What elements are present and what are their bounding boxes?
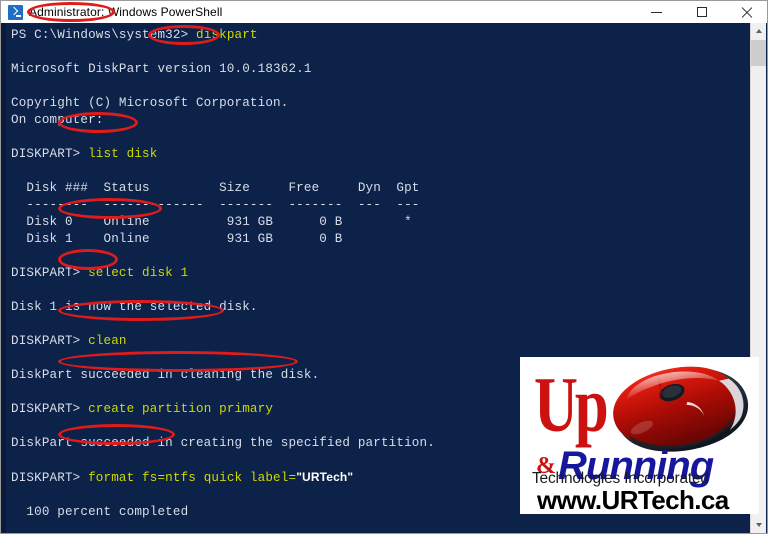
- minimize-button[interactable]: [634, 1, 679, 23]
- urtech-logo: Up & Running Technologies Incorporated w…: [520, 357, 759, 514]
- console-text: PS C:\Windows\system32> diskpart Microso…: [11, 27, 497, 533]
- close-button[interactable]: [724, 1, 767, 23]
- prompt-dp-4: DISKPART>: [11, 402, 89, 416]
- output-copyright: Copyright (C) Microsoft Corporation.: [11, 96, 289, 110]
- output-partition: DiskPart succeeded in creating the speci…: [11, 436, 435, 450]
- command-format-label-value: "URTech": [296, 470, 354, 484]
- output-selected: Disk 1 is now the selected disk.: [11, 300, 258, 314]
- prompt-dp-3: DISKPART>: [11, 334, 89, 348]
- prompt-dp-2: DISKPART>: [11, 266, 89, 280]
- scroll-down-icon[interactable]: [751, 517, 766, 533]
- output-version: Microsoft DiskPart version 10.0.18362.1: [11, 62, 312, 76]
- command-clean: clean: [88, 334, 127, 348]
- output-clean: DiskPart succeeded in cleaning the disk.: [11, 368, 320, 382]
- command-create-partition: create partition primary: [88, 402, 274, 416]
- output-oncomputer: On computer:: [11, 113, 104, 127]
- disk-table-row-0: Disk 0 Online 931 GB 0 B *: [11, 215, 412, 229]
- command-diskpart: diskpart: [195, 28, 258, 42]
- scroll-up-icon[interactable]: [751, 23, 766, 39]
- prompt-dp-5: DISKPART>: [11, 471, 89, 485]
- logo-url: www.URTech.ca: [537, 485, 729, 514]
- window-title: Administrator: Windows PowerShell: [29, 5, 222, 19]
- prompt-ps-1: PS C:\Windows\system32>: [11, 28, 196, 42]
- title-bar[interactable]: Administrator: Windows PowerShell: [1, 1, 767, 23]
- maximize-icon: [696, 7, 707, 17]
- disk-table-header: Disk ### Status Size Free Dyn Gpt: [11, 181, 420, 195]
- command-format: format fs=ntfs quick label=: [88, 471, 297, 485]
- window-title-rest: Windows PowerShell: [104, 5, 223, 19]
- command-list-disk: list disk: [88, 147, 158, 161]
- minimize-icon: [651, 11, 662, 13]
- scrollbar-thumb[interactable]: [751, 40, 766, 66]
- logo-up-text: Up: [534, 361, 609, 448]
- disk-table-row-1: Disk 1 Online 931 GB 0 B: [11, 232, 343, 246]
- window-title-admin: Administrator:: [29, 5, 105, 19]
- disk-table-rule: -------- ------------- ------- ------- -…: [11, 198, 420, 212]
- powershell-window: Administrator: Windows PowerShell PS C:\…: [0, 0, 768, 534]
- output-percent: 100 percent completed: [11, 505, 189, 519]
- maximize-button[interactable]: [679, 1, 724, 23]
- close-icon: [741, 6, 753, 18]
- command-select-disk: select disk 1: [88, 266, 189, 280]
- prompt-dp-1: DISKPART>: [11, 147, 89, 161]
- powershell-icon: [8, 4, 23, 20]
